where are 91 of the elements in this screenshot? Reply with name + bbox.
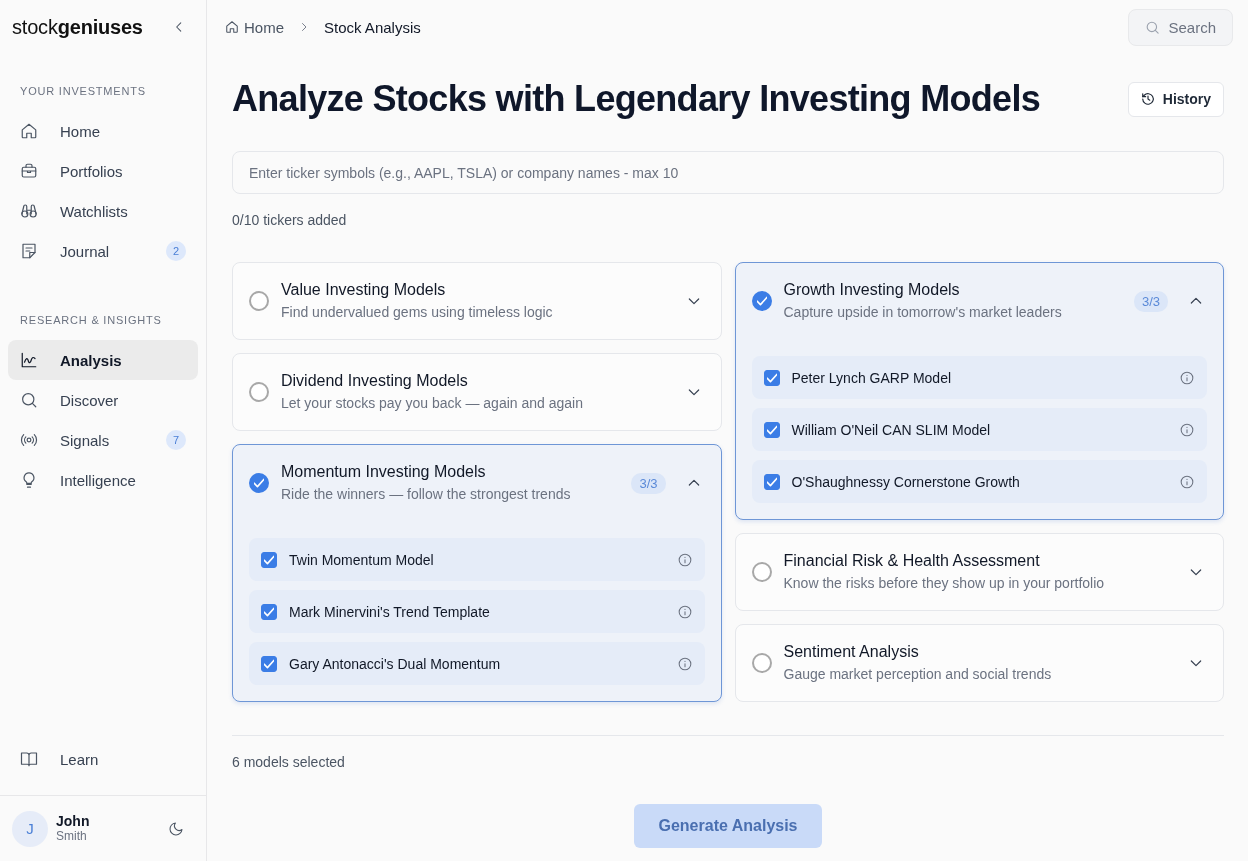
count-badge: 7	[166, 430, 186, 450]
check-icon	[264, 658, 274, 669]
breadcrumb-link[interactable]: Home	[225, 18, 284, 36]
broadcast-icon	[20, 431, 38, 449]
group-subtitle: Know the risks before they show up in your portfolio	[783, 574, 1105, 593]
line-chart-icon	[20, 351, 38, 369]
nav-item[interactable]: Intelligence	[8, 460, 198, 500]
info-icon	[677, 656, 692, 671]
selection-summary: 6 models selected	[232, 754, 345, 770]
model-label: Twin Momentum Model	[289, 551, 435, 568]
ticker-counter: 0/10 tickers added	[232, 212, 347, 228]
group-subtitle: Let your stocks pay you back — again and again	[281, 394, 583, 413]
logo: stockgeniuses	[12, 15, 143, 39]
group-radio[interactable]	[751, 291, 772, 311]
home-icon	[20, 122, 38, 140]
search-icon	[1145, 19, 1161, 35]
nav-item[interactable]: Watchlists	[8, 191, 198, 231]
group-subtitle: Find undervalued gems using timeless logic	[281, 303, 553, 322]
lightbulb-icon	[20, 471, 38, 489]
model-option-row[interactable]: Gary Antonacci's Dual Momentum	[249, 642, 705, 685]
notepad-icon	[20, 242, 38, 260]
book-icon	[20, 750, 38, 768]
group-title: Growth Investing Models	[783, 280, 960, 300]
search-button[interactable]: Search	[1128, 8, 1233, 46]
selected-count-badge: 3/3	[631, 472, 666, 494]
model-option-row[interactable]: Twin Momentum Model	[249, 538, 705, 581]
avatar: J	[12, 810, 48, 847]
home-icon	[225, 20, 239, 34]
check-icon	[766, 476, 777, 487]
nav-item[interactable]: Portfolios	[8, 151, 198, 191]
checkbox[interactable]	[261, 603, 277, 620]
group-radio[interactable]	[249, 291, 269, 311]
nav-item[interactable]: Signals 7	[8, 420, 198, 460]
page-title: Analyze Stocks with Legendary Investing Models	[232, 78, 1040, 120]
info-icon	[677, 604, 692, 619]
checkbox[interactable]	[763, 473, 780, 490]
check-icon	[264, 606, 274, 617]
ticker-input-field[interactable]: Enter ticker symbols (e.g., AAPL, TSLA) or company names - max 10	[232, 151, 1224, 194]
model-label: Gary Antonacci's Dual Momentum	[289, 655, 502, 672]
group-title: Financial Risk & Health Assessment	[783, 551, 1040, 571]
nav-item[interactable]: Learn	[8, 739, 198, 779]
model-label: O'Shaughnessy Cornerstone Growth	[791, 473, 1021, 490]
moon-icon	[168, 820, 184, 837]
user-first-name: John	[56, 813, 90, 829]
checkbox[interactable]	[763, 369, 780, 386]
nav-item[interactable]: Home	[8, 111, 198, 151]
binoculars-icon	[20, 202, 38, 220]
model-label: William O'Neil CAN SLIM Model	[791, 421, 992, 438]
checkbox[interactable]	[763, 421, 780, 438]
group-radio[interactable]	[249, 473, 269, 493]
group-title: Momentum Investing Models	[281, 462, 486, 482]
group-radio[interactable]	[751, 653, 772, 673]
checkbox[interactable]	[261, 655, 277, 672]
nav-item[interactable]: Journal 2	[8, 231, 198, 271]
history-button[interactable]: History	[1127, 81, 1224, 117]
breadcrumb-link[interactable]: Stock Analysis	[324, 18, 421, 36]
group-radio[interactable]	[249, 382, 269, 402]
history-icon	[1140, 92, 1155, 106]
check-icon	[756, 296, 767, 306]
model-label: Peter Lynch GARP Model	[791, 369, 953, 386]
group-radio[interactable]	[751, 562, 772, 582]
checkbox[interactable]	[261, 551, 277, 568]
search-icon	[20, 391, 38, 409]
group-subtitle: Gauge market perception and social trends	[783, 665, 1052, 684]
group-title: Dividend Investing Models	[281, 371, 468, 391]
selected-count-badge: 3/3	[1133, 290, 1168, 312]
theme-toggle-button[interactable]	[168, 820, 184, 837]
nav-item[interactable]: Analysis	[8, 340, 198, 380]
model-label: Mark Minervini's Trend Template	[289, 603, 491, 620]
info-icon	[1180, 422, 1194, 437]
group-title: Sentiment Analysis	[783, 642, 919, 662]
model-option-row[interactable]: Mark Minervini's Trend Template	[249, 590, 705, 633]
model-option-row[interactable]: William O'Neil CAN SLIM Model	[751, 408, 1207, 451]
info-icon	[1180, 474, 1194, 489]
info-icon	[1180, 370, 1194, 385]
user-last-name: Smith	[56, 829, 87, 844]
section-heading: RESEARCH & INSIGHTS	[19, 314, 163, 327]
model-option-row[interactable]: Peter Lynch GARP Model	[751, 356, 1207, 399]
info-icon	[677, 552, 692, 567]
check-icon	[264, 554, 274, 565]
section-heading: YOUR INVESTMENTS	[19, 85, 147, 98]
nav-item[interactable]: Discover	[8, 380, 198, 420]
check-icon	[766, 424, 777, 435]
group-subtitle: Ride the winners — follow the strongest trends	[281, 485, 571, 504]
model-option-row[interactable]: O'Shaughnessy Cornerstone Growth	[751, 460, 1207, 503]
check-icon	[766, 372, 777, 383]
group-title: Value Investing Models	[281, 280, 446, 300]
count-badge: 2	[166, 241, 186, 261]
group-subtitle: Capture upside in tomorrow's market leaders	[783, 303, 1062, 322]
check-icon	[254, 478, 264, 488]
briefcase-icon	[20, 162, 38, 180]
